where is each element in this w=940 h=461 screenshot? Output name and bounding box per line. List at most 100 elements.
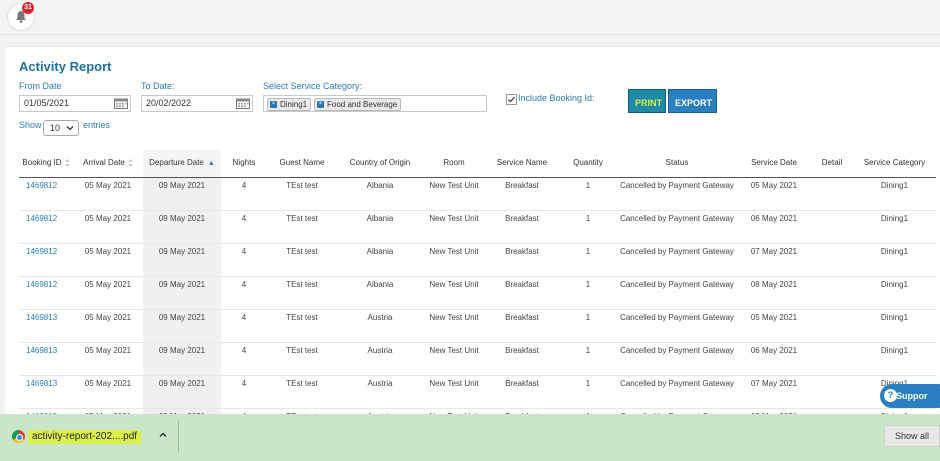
cell-detail xyxy=(811,309,853,343)
cell-booking-id[interactable]: 1469813 xyxy=(19,309,73,343)
table-row: 1469812 05 May 2021 09 May 2021 4 TEst test A… xyxy=(19,243,936,277)
cell-service-category: Dining1 xyxy=(853,177,936,211)
cell-guest-name: TEst test xyxy=(267,243,337,277)
cell-country: Albania xyxy=(337,177,423,211)
cell-service-category: Dining1 xyxy=(853,342,936,376)
column-header-guest-name[interactable]: Guest Name xyxy=(267,149,337,178)
cell-booking-id[interactable]: 1469813 xyxy=(19,342,73,376)
cell-nights: 4 xyxy=(221,243,267,277)
cell-detail xyxy=(811,276,853,310)
cell-arrival-date: 05 May 2021 xyxy=(73,375,143,409)
cell-quantity: 1 xyxy=(559,309,617,343)
top-bar: 31 xyxy=(0,0,940,35)
cell-quantity: 1 xyxy=(559,276,617,310)
activity-table: Booking ID Arrival Date Departure Date ▲ … xyxy=(19,149,936,442)
cell-arrival-date: 05 May 2021 xyxy=(73,243,143,277)
cell-country: Austria xyxy=(337,342,423,376)
include-booking-id-label: Include Booking Id: xyxy=(518,93,595,103)
sort-icon xyxy=(64,158,70,167)
download-bar: activity-report-202....pdf xyxy=(0,414,940,461)
cell-room: New Test Unit xyxy=(423,375,485,409)
cell-arrival-date: 05 May 2021 xyxy=(73,276,143,310)
column-header-booking-id[interactable]: Booking ID xyxy=(19,149,73,178)
cell-country: Albania xyxy=(337,243,423,277)
category-chip-food-and-beverage: × Food and Beverage xyxy=(314,98,402,111)
cell-room: New Test Unit xyxy=(423,243,485,277)
column-header-service-name[interactable]: Service Name xyxy=(485,149,559,178)
cell-country: Austria xyxy=(337,309,423,343)
cell-booking-id[interactable]: 1469813 xyxy=(19,375,73,409)
cell-room: New Test Unit xyxy=(423,309,485,343)
notifications-button[interactable]: 31 xyxy=(8,2,34,30)
from-date-input[interactable]: 01/05/2021 xyxy=(19,95,131,112)
cell-status: Cancelled by Payment Gateway xyxy=(617,342,737,376)
cell-service-category: Dining1 xyxy=(853,210,936,244)
download-file-name[interactable]: activity-report-202....pdf xyxy=(28,430,142,444)
chevron-up-icon[interactable] xyxy=(158,430,168,440)
cell-arrival-date: 05 May 2021 xyxy=(73,210,143,244)
cell-service-date: 06 May 2021 xyxy=(737,342,811,376)
chip-remove-icon[interactable]: × xyxy=(270,101,277,108)
cell-quantity: 1 xyxy=(559,342,617,376)
print-button[interactable]: PRINT xyxy=(628,89,666,113)
cell-nights: 4 xyxy=(221,276,267,310)
cell-departure-date: 09 May 2021 xyxy=(143,243,221,277)
column-header-country-of-origin[interactable]: Country of Origin xyxy=(337,149,423,178)
column-header-service-date[interactable]: Service Date xyxy=(737,149,811,178)
service-category-select[interactable]: × Dining1 × Food and Beverage xyxy=(263,95,487,112)
column-header-status[interactable]: Status xyxy=(617,149,737,178)
cell-departure-date: 09 May 2021 xyxy=(143,276,221,310)
support-button[interactable]: ? Suppor xyxy=(880,384,940,408)
cell-room: New Test Unit xyxy=(423,210,485,244)
cell-quantity: 1 xyxy=(559,210,617,244)
column-header-room[interactable]: Room xyxy=(423,149,485,178)
table-row: 146981305 May 202109 May 20214TEst testA… xyxy=(19,309,936,343)
column-header-arrival-date[interactable]: Arrival Date xyxy=(73,149,143,178)
column-header-nights[interactable]: Nights xyxy=(221,149,267,178)
cell-booking-id[interactable]: 1469812 xyxy=(19,243,73,277)
show-label: Show xyxy=(19,120,42,130)
support-label: Suppor xyxy=(896,391,928,401)
calendar-icon[interactable] xyxy=(114,98,128,109)
category-chip-label: Dining1 xyxy=(280,100,308,109)
entries-select[interactable]: 10 xyxy=(43,120,79,136)
page-title: Activity Report xyxy=(19,59,112,74)
export-button[interactable]: EXPORT xyxy=(668,89,717,113)
cell-service-date: 07 May 2021 xyxy=(737,375,811,409)
cell-country: Albania xyxy=(337,210,423,244)
include-booking-id-checkbox[interactable] xyxy=(506,94,517,105)
table-row: 1469812 05 May 2021 09 May 2021 4 TEst test A… xyxy=(19,276,936,310)
to-date-label: To Date: xyxy=(141,81,175,91)
cell-booking-id[interactable]: 1469812 xyxy=(19,177,73,211)
table-row: 1469812 05 May 2021 09 May 2021 4 TEst test A… xyxy=(19,210,936,244)
cell-nights: 4 xyxy=(221,177,267,211)
calendar-icon[interactable] xyxy=(236,98,250,109)
cell-guest-name: TEst test xyxy=(267,177,337,211)
column-header-service-category[interactable]: Service Category xyxy=(853,149,936,178)
column-header-departure-date[interactable]: Departure Date ▲ xyxy=(143,149,221,178)
table-row: 1469812 05 May 2021 09 May 2021 4 TEst test A… xyxy=(19,177,936,211)
cell-detail xyxy=(811,243,853,277)
chevron-down-icon xyxy=(66,126,74,131)
cell-service-name: Breakfast xyxy=(485,177,559,211)
sort-icon xyxy=(127,158,133,167)
cell-booking-id[interactable]: 1469812 xyxy=(19,276,73,310)
cell-nights: 4 xyxy=(221,210,267,244)
table-row: 146981305 May 202109 May 20214TEst testA… xyxy=(19,342,936,376)
cell-status: Cancelled by Payment Gateway xyxy=(617,276,737,310)
help-icon: ? xyxy=(884,389,897,402)
show-all-button[interactable]: Show all xyxy=(884,425,940,447)
cell-status: Cancelled by Payment Gateway xyxy=(617,309,737,343)
column-header-quantity[interactable]: Quantity xyxy=(559,149,617,178)
chip-remove-icon[interactable]: × xyxy=(317,101,324,108)
cell-guest-name: TEst test xyxy=(267,210,337,244)
column-header-detail[interactable]: Detail xyxy=(811,149,853,178)
cell-nights: 4 xyxy=(221,375,267,409)
to-date-input[interactable]: 20/02/2022 xyxy=(141,95,253,112)
cell-status: Cancelled by Payment Gateway xyxy=(617,375,737,409)
to-date-value: 20/02/2022 xyxy=(146,98,192,108)
cell-booking-id[interactable]: 1469812 xyxy=(19,210,73,244)
notification-count-badge: 31 xyxy=(22,2,34,14)
cell-guest-name: TEst test xyxy=(267,342,337,376)
download-item[interactable]: activity-report-202....pdf xyxy=(8,425,176,449)
